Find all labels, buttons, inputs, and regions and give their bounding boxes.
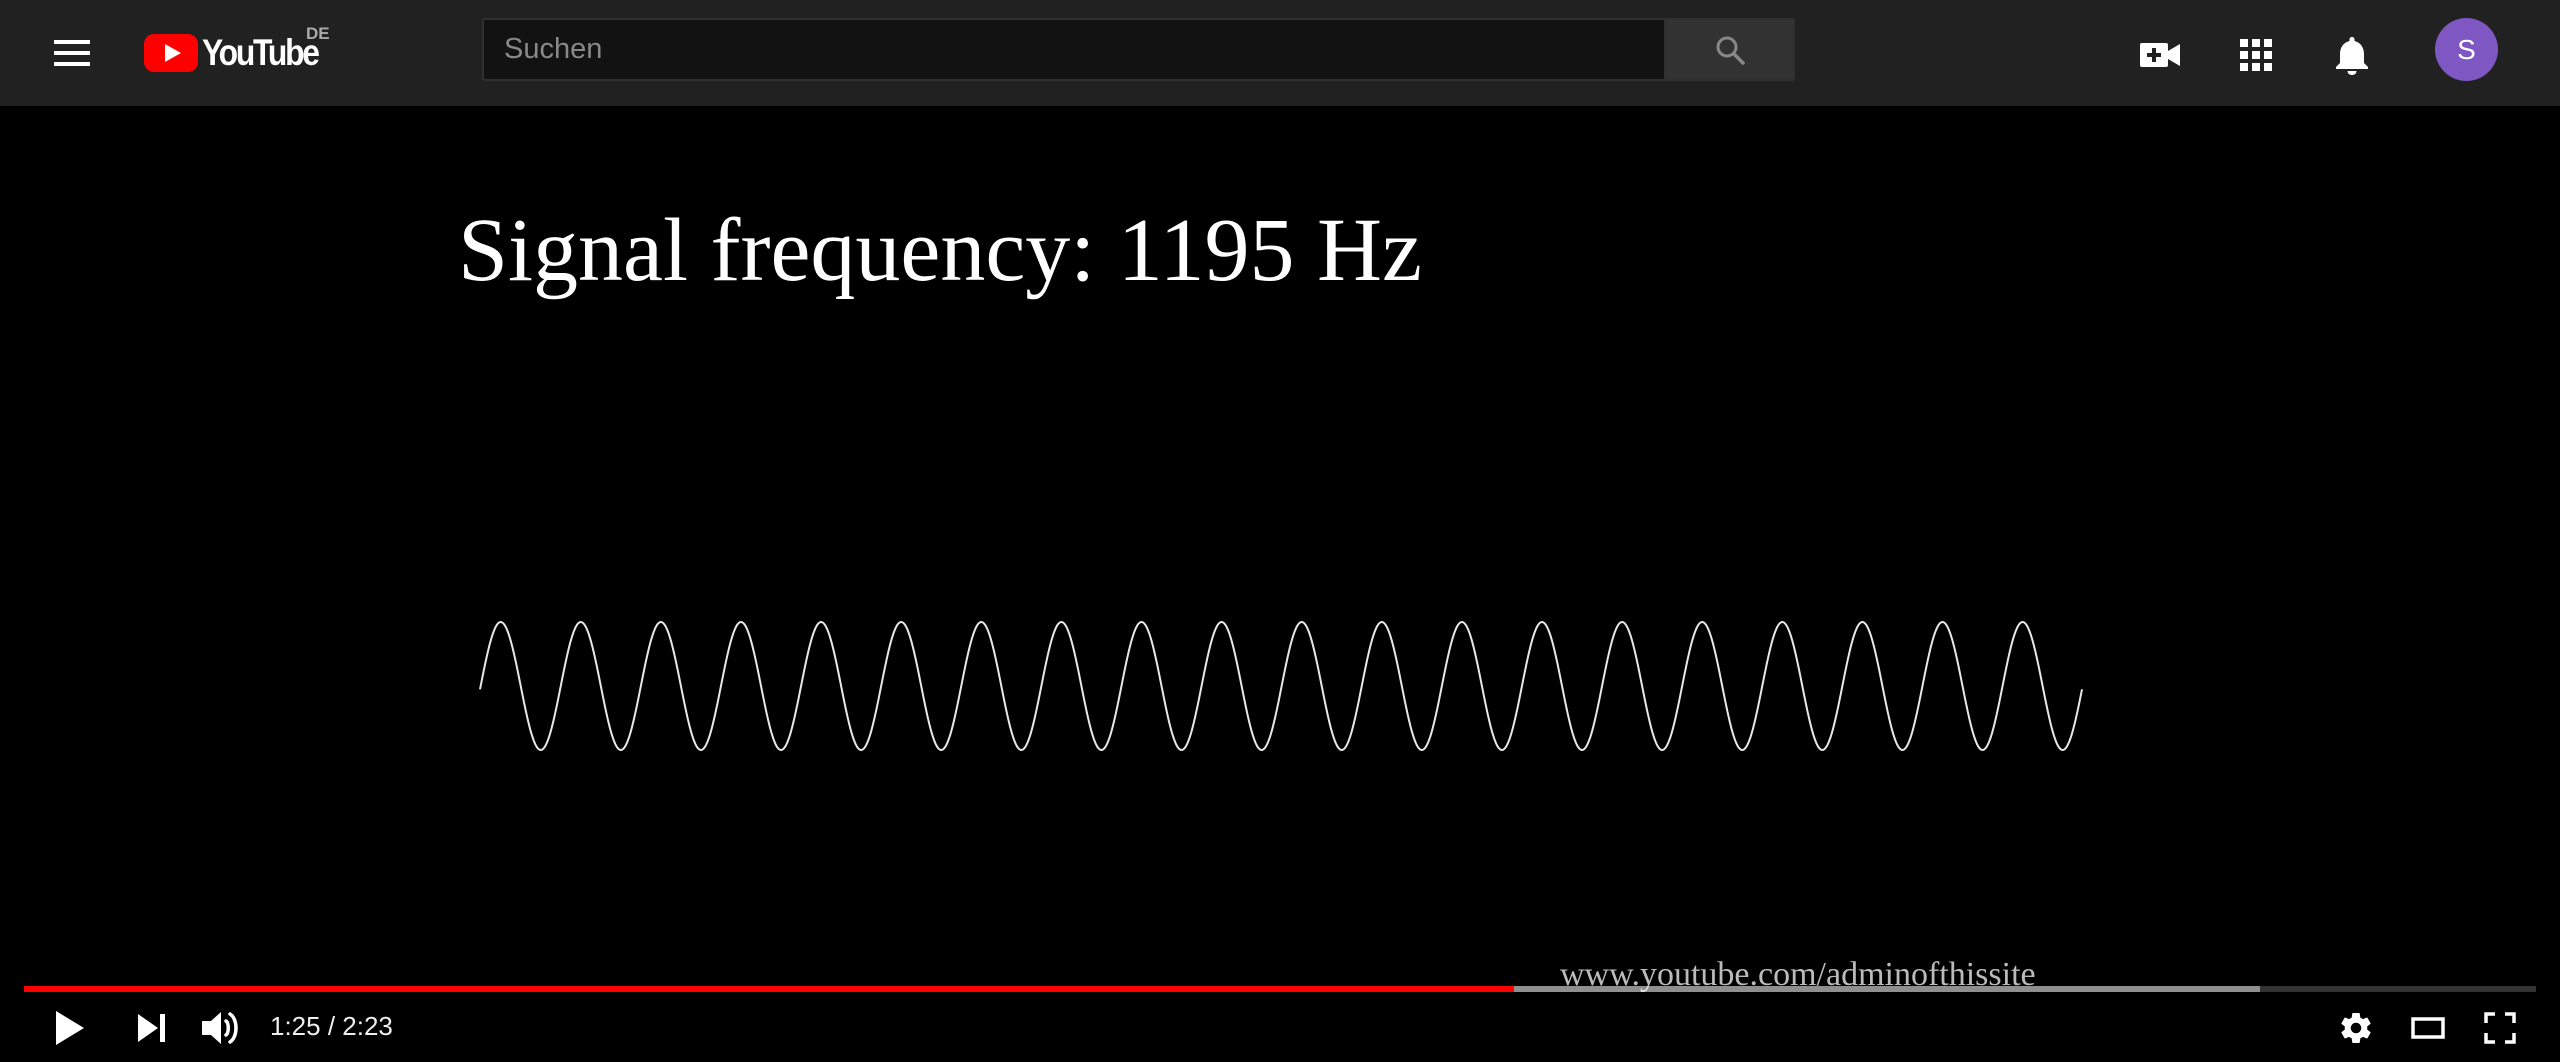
mute-button[interactable] bbox=[190, 1000, 254, 1056]
play-button[interactable] bbox=[38, 1000, 102, 1056]
fullscreen-icon bbox=[2484, 1012, 2516, 1044]
sine-waveform bbox=[479, 621, 2083, 751]
volume-icon bbox=[202, 1012, 238, 1044]
search-input[interactable] bbox=[484, 20, 1664, 79]
player-controls: 1:25 / 2:23 bbox=[0, 996, 2560, 1062]
account-avatar[interactable]: S bbox=[2435, 18, 2498, 81]
next-icon bbox=[138, 1014, 165, 1042]
video-frame-caption: Signal frequency: 1195 Hz bbox=[458, 201, 1422, 300]
play-icon bbox=[56, 1011, 84, 1045]
theater-mode-button[interactable] bbox=[2396, 1000, 2460, 1056]
menu-button[interactable] bbox=[36, 29, 108, 77]
search-box bbox=[482, 18, 1664, 81]
youtube-play-logo-icon bbox=[144, 34, 198, 72]
youtube-logo[interactable]: YouTube DE bbox=[144, 24, 337, 80]
settings-icon bbox=[2341, 1013, 2371, 1043]
settings-button[interactable] bbox=[2324, 1000, 2388, 1056]
apps-grid-icon bbox=[2240, 39, 2272, 71]
create-video-button[interactable] bbox=[2130, 25, 2190, 85]
time-display: 1:25 / 2:23 bbox=[270, 1011, 393, 1041]
theater-mode-icon bbox=[2411, 1017, 2445, 1039]
search-icon bbox=[1716, 36, 1745, 65]
logo-wordmark: YouTube bbox=[202, 32, 320, 73]
apps-button[interactable] bbox=[2226, 25, 2286, 85]
search-button[interactable] bbox=[1664, 18, 1795, 81]
next-button[interactable] bbox=[120, 1000, 184, 1056]
progress-played bbox=[24, 986, 1514, 992]
progress-bar[interactable] bbox=[24, 986, 2536, 992]
notifications-button[interactable] bbox=[2322, 25, 2382, 85]
country-code: DE bbox=[306, 24, 330, 43]
bell-icon bbox=[2336, 37, 2368, 75]
masthead: YouTube DE S bbox=[0, 0, 2560, 106]
fullscreen-button[interactable] bbox=[2468, 1000, 2532, 1056]
video-player[interactable]: Signal frequency: 1195 Hz www.youtube.co… bbox=[0, 106, 2560, 1062]
menu-icon bbox=[54, 40, 90, 66]
video-camera-add-icon bbox=[2140, 43, 2180, 67]
